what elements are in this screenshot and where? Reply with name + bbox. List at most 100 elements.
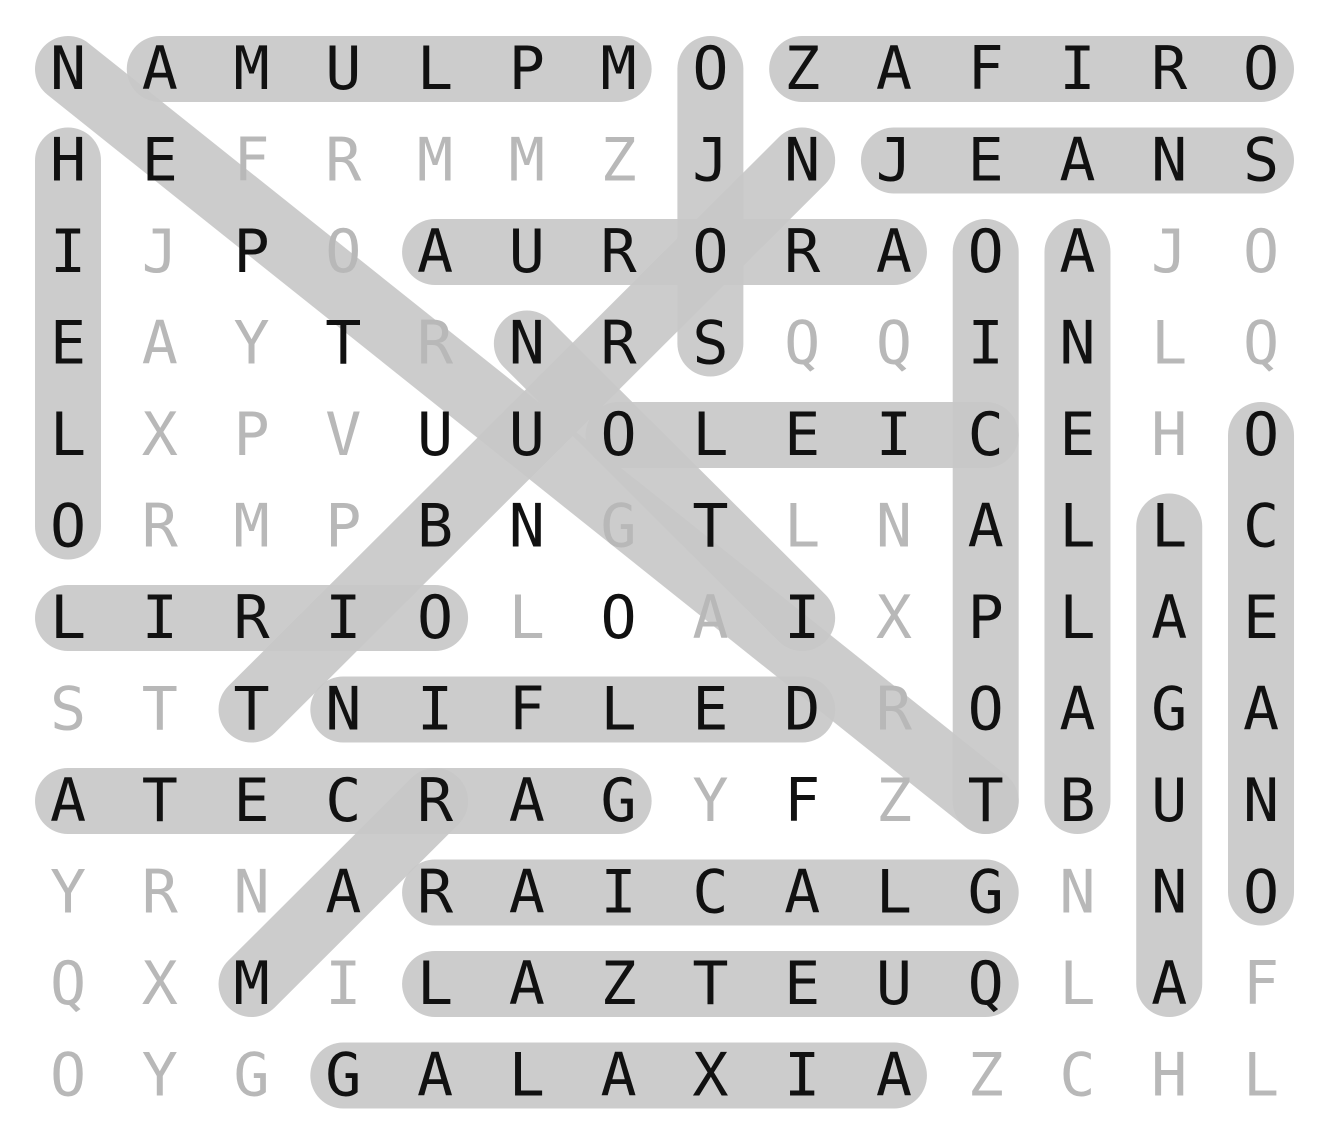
grid-cell[interactable]: O [968,675,1004,745]
grid-cell[interactable]: E [142,126,178,196]
grid-cell[interactable]: G [1151,675,1187,745]
grid-cell[interactable]: R [233,583,270,653]
grid-cell[interactable]: E [692,675,728,745]
grid-cell[interactable]: A [601,1041,637,1111]
grid-cell[interactable]: Q [50,949,86,1019]
grid-cell[interactable]: T [233,675,269,745]
grid-cell[interactable]: Z [601,126,637,196]
grid-cell[interactable]: Q [968,949,1004,1019]
grid-cell[interactable]: A [417,1041,453,1111]
grid-cell[interactable]: J [1151,217,1187,287]
grid-cell[interactable]: Q [876,309,912,379]
grid-cell[interactable]: P [325,492,361,562]
grid-cell[interactable]: M [417,126,453,196]
grid-cell[interactable]: E [784,400,820,470]
grid-cell[interactable]: A [325,858,361,928]
grid-cell[interactable]: C [1243,492,1279,562]
grid-cell[interactable]: L [876,858,912,928]
grid-cell[interactable]: A [968,492,1004,562]
grid-cell[interactable]: A [784,858,820,928]
grid-cell[interactable]: O [1243,858,1279,928]
grid-cell[interactable]: G [325,1041,361,1111]
grid-cell[interactable]: L [417,949,453,1019]
grid-cell[interactable]: I [325,949,361,1019]
grid-cell[interactable]: R [601,309,638,379]
grid-cell[interactable]: N [1151,858,1187,928]
grid-cell[interactable]: L [417,34,453,104]
grid-cell[interactable]: F [233,126,269,196]
grid-cell[interactable]: A [876,217,912,287]
grid-cell[interactable]: A [1151,583,1187,653]
grid-cell[interactable]: N [1243,766,1279,836]
grid-cell[interactable]: M [601,34,637,104]
grid-cell[interactable]: I [417,675,453,745]
grid-cell[interactable]: H [50,126,86,196]
grid-cell[interactable]: L [784,492,820,562]
grid-cell[interactable]: X [692,1041,728,1111]
grid-cell[interactable]: O [50,1041,86,1111]
grid-cell[interactable]: L [509,583,545,653]
grid-cell[interactable]: I [601,858,637,928]
grid-cell[interactable]: E [233,766,269,836]
grid-cell[interactable]: A [692,583,728,653]
grid-cell[interactable]: F [784,766,820,836]
grid-cell[interactable]: T [142,675,178,745]
grid-cell[interactable]: U [417,400,453,470]
grid-cell[interactable]: A [1243,675,1279,745]
grid-cell[interactable]: L [692,400,728,470]
grid-cell[interactable]: V [325,400,361,470]
grid-cell[interactable]: A [1059,675,1095,745]
grid-cell[interactable]: F [1243,949,1279,1019]
grid-cell[interactable]: I [968,309,1004,379]
grid-cell[interactable]: A [50,766,86,836]
grid-cell[interactable]: Y [233,309,269,379]
grid-cell[interactable]: O [1243,217,1279,287]
grid-cell[interactable]: N [1059,309,1095,379]
grid-cell[interactable]: N [784,126,820,196]
grid-cell[interactable]: I [50,217,86,287]
grid-cell[interactable]: N [325,675,361,745]
grid-cell[interactable]: I [784,583,820,653]
grid-cell[interactable]: O [968,217,1004,287]
grid-cell[interactable]: E [1059,400,1095,470]
grid-cell[interactable]: G [233,1041,269,1111]
grid-cell[interactable]: M [233,949,269,1019]
grid-cell[interactable]: L [1243,1041,1279,1111]
grid-cell[interactable]: P [233,400,269,470]
grid-cell[interactable]: A [876,1041,912,1111]
grid-cell[interactable]: R [417,766,454,836]
grid-cell[interactable]: R [784,217,821,287]
grid-cell[interactable]: X [142,949,178,1019]
grid-cell[interactable]: R [1151,34,1188,104]
grid-cell[interactable]: A [509,858,545,928]
grid-cell[interactable]: C [692,858,728,928]
grid-cell[interactable]: A [142,34,178,104]
grid-cell[interactable]: O [601,583,637,653]
grid-cell[interactable]: M [233,492,269,562]
grid-cell[interactable]: C [968,400,1004,470]
grid-cell[interactable]: J [692,126,728,196]
grid-cell[interactable]: A [509,766,545,836]
grid-cell[interactable]: O [417,583,453,653]
grid-cell[interactable]: L [1151,309,1187,379]
grid-cell[interactable]: R [417,309,454,379]
grid-cell[interactable]: A [509,949,545,1019]
grid-cell[interactable]: T [968,766,1004,836]
grid-cell[interactable]: I [876,400,912,470]
grid-cell[interactable]: R [417,858,454,928]
grid-cell[interactable]: M [509,126,545,196]
grid-cell[interactable]: L [1151,492,1187,562]
grid-cell[interactable]: U [876,949,912,1019]
grid-cell[interactable]: Z [968,1041,1004,1111]
grid-cell[interactable]: D [784,675,820,745]
grid-cell[interactable]: N [1151,126,1187,196]
grid-cell[interactable]: N [233,858,269,928]
grid-cell[interactable]: T [142,766,178,836]
grid-cell[interactable]: R [142,492,179,562]
grid-cell[interactable]: L [1059,492,1095,562]
grid-cell[interactable]: P [968,583,1004,653]
grid-cell[interactable]: I [142,583,178,653]
grid-cell[interactable]: R [325,126,362,196]
grid-cell[interactable]: G [601,492,637,562]
grid-cell[interactable]: O [692,217,728,287]
